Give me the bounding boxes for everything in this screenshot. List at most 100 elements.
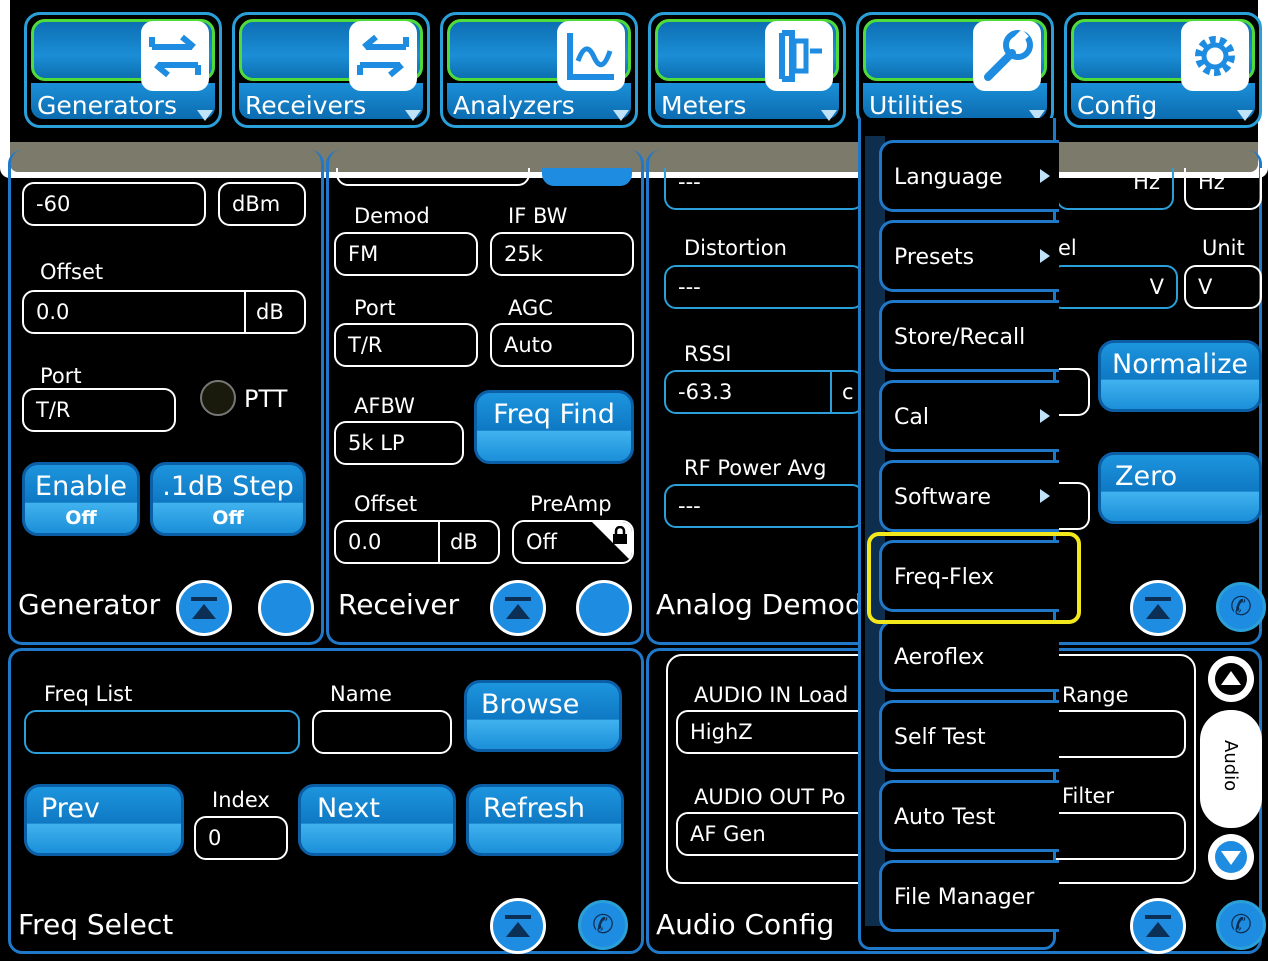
nav-tab-config[interactable]: Config	[1064, 12, 1262, 128]
rssi-field[interactable]: -63.3 c	[664, 370, 864, 414]
wrench-icon	[973, 21, 1041, 91]
audio-in-field[interactable]: HighZ	[676, 710, 876, 754]
phone-handset-icon[interactable]: ✆	[1216, 900, 1266, 950]
menu-item-aeroflex[interactable]: Aeroflex	[879, 620, 1059, 692]
analog-top-field[interactable]: ---	[664, 168, 864, 210]
ifbw-field[interactable]: 25k	[490, 232, 634, 276]
preamp-label: PreAmp	[530, 492, 612, 516]
audio-out-field[interactable]: AF Gen	[676, 812, 876, 856]
ptt-label: PTT	[244, 385, 288, 413]
submenu-arrow-icon	[1040, 169, 1050, 183]
prev-button[interactable]: Prev	[24, 784, 184, 856]
chevron-down-icon	[821, 110, 837, 121]
index-field[interactable]: 0	[194, 816, 288, 860]
filter-field[interactable]	[1050, 812, 1186, 860]
freq-list-field[interactable]	[24, 710, 300, 754]
nav-tab-receivers[interactable]: Receivers	[232, 12, 430, 128]
ifbw-value: 25k	[504, 242, 543, 266]
level-field[interactable]: V	[1050, 265, 1178, 309]
normalize-button[interactable]: Normalize	[1098, 340, 1262, 412]
analog-demod-title: Analog Demod	[656, 588, 863, 621]
refresh-button[interactable]: Refresh	[466, 784, 624, 856]
enable-button[interactable]: Enable Off	[22, 462, 140, 536]
nav-tab-utilities[interactable]: Utilities	[856, 12, 1054, 128]
hz-field-1[interactable]: Hz	[1056, 168, 1174, 210]
audio-config-title: Audio Config	[656, 908, 835, 941]
generator-level-field[interactable]: -60	[22, 182, 206, 226]
offset-unit: dB	[438, 522, 488, 562]
browse-button[interactable]: Browse	[464, 680, 622, 752]
rf-power-label: RF Power Avg	[684, 456, 827, 480]
menu-item-label: Aeroflex	[894, 645, 985, 670]
generator-arrows-icon	[141, 21, 209, 91]
menu-item-cal[interactable]: Cal	[879, 380, 1059, 452]
menu-item-software[interactable]: Software	[879, 460, 1059, 532]
nav-tab-analyzers[interactable]: Analyzers	[440, 12, 638, 128]
offset-value: 0.0	[348, 530, 382, 554]
menu-item-self-test[interactable]: Self Test	[879, 700, 1059, 772]
generator-port-field[interactable]: T/R	[22, 388, 176, 432]
receiver-top-field[interactable]	[336, 168, 530, 186]
unit-field[interactable]: V	[1184, 265, 1262, 309]
zero-button[interactable]: Zero	[1098, 452, 1262, 524]
generator-option-button[interactable]	[258, 580, 314, 636]
name-field[interactable]	[312, 710, 452, 754]
freq-find-button[interactable]: Freq Find	[474, 390, 634, 464]
refresh-label: Refresh	[483, 793, 585, 824]
step-label: .1dB Step	[162, 471, 294, 502]
rf-power-field[interactable]: ---	[664, 484, 864, 528]
collapse-up-icon	[505, 597, 531, 619]
nav-tab-meters[interactable]: Meters	[648, 12, 846, 128]
phone-handset-icon[interactable]: ✆	[1216, 582, 1266, 632]
range-field[interactable]	[1050, 710, 1186, 758]
preamp-field[interactable]: Off	[512, 520, 634, 564]
receiver-offset-label: Offset	[354, 492, 418, 516]
afbw-label: AFBW	[354, 394, 415, 418]
agc-value: Auto	[504, 333, 553, 357]
afbw-field[interactable]: 5k LP	[334, 421, 464, 465]
receiver-top-button[interactable]	[542, 168, 632, 186]
collapse-button[interactable]	[176, 580, 232, 636]
generator-offset-field[interactable]: 0.0 dB	[22, 290, 306, 334]
nav-tab-label: Receivers	[245, 91, 367, 120]
scroll-up-button[interactable]	[1208, 656, 1254, 702]
v-text: V	[1198, 275, 1213, 299]
side-tab-label: Audio	[1220, 740, 1241, 792]
collapse-button[interactable]	[1130, 898, 1186, 954]
nav-tab-label: Config	[1077, 91, 1158, 120]
collapse-button[interactable]	[490, 898, 546, 954]
hz-text: Hz	[1133, 170, 1160, 194]
menu-item-language[interactable]: Language	[879, 140, 1059, 212]
distortion-field[interactable]: ---	[664, 265, 864, 309]
menu-item-auto-test[interactable]: Auto Test	[879, 780, 1059, 852]
scroll-down-button[interactable]	[1208, 834, 1254, 880]
phone-handset-icon[interactable]: ✆	[578, 900, 628, 950]
agc-label: AGC	[508, 296, 553, 320]
collapse-button[interactable]	[490, 580, 546, 636]
collapse-button[interactable]	[1130, 580, 1186, 636]
index-value: 0	[208, 826, 222, 850]
demod-field[interactable]: FM	[334, 232, 478, 276]
prev-label: Prev	[41, 793, 100, 824]
nav-tab-label: Analyzers	[453, 91, 575, 120]
audio-side-tab[interactable]: Audio	[1200, 710, 1262, 828]
receiver-option-button[interactable]	[576, 580, 632, 636]
port-value: T/R	[36, 398, 71, 422]
menu-item-presets[interactable]: Presets	[879, 220, 1059, 292]
menu-item-label: Cal	[894, 405, 929, 430]
generator-level-unit[interactable]: dBm	[218, 182, 306, 226]
hz-field-2[interactable]: Hz	[1184, 168, 1262, 210]
menu-item-file-manager[interactable]: File Manager	[879, 860, 1059, 932]
menu-item-store-recall[interactable]: Store/Recall	[879, 300, 1059, 372]
agc-field[interactable]: Auto	[490, 323, 634, 367]
db-step-button[interactable]: .1dB Step Off	[150, 462, 306, 536]
chevron-down-icon	[405, 110, 421, 121]
rssi-label: RSSI	[684, 342, 732, 366]
receiver-offset-field[interactable]: 0.0 dB	[334, 520, 500, 564]
freq-find-label: Freq Find	[493, 399, 615, 430]
collapse-up-icon	[505, 915, 531, 937]
nav-tab-generators[interactable]: Generators	[24, 12, 222, 128]
highlight-box	[867, 532, 1081, 624]
next-button[interactable]: Next	[298, 784, 456, 856]
receiver-port-field[interactable]: T/R	[334, 323, 478, 367]
